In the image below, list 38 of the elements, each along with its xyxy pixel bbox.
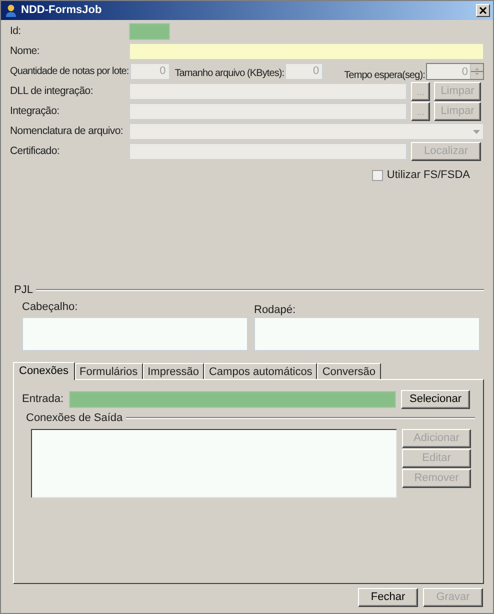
text-area[interactable]: [254, 317, 480, 351]
close-button[interactable]: [476, 4, 490, 17]
field-label: Tamanho arquivo (KBytes):: [174, 67, 286, 81]
field-label: Tempo espera(seg):: [344, 68, 426, 82]
field-label: Nomenclatura de arquivo:: [10, 124, 124, 139]
field-label: Entrada:: [22, 392, 65, 407]
text-area[interactable]: [22, 317, 248, 351]
tab[interactable]: Campos automáticos: [204, 363, 318, 379]
number-field[interactable]: 0: [285, 63, 324, 80]
field-label: DLL de integração:: [10, 84, 94, 99]
group-title: Conexões de Saída: [25, 411, 124, 426]
checkbox-label: Utilizar FS/FSDA: [386, 168, 470, 183]
field-label: Cabeçalho:: [22, 300, 79, 315]
field-label: Certificado:: [10, 144, 61, 159]
spin-field[interactable]: 0: [426, 63, 484, 80]
close-icon: [479, 7, 487, 14]
number-field[interactable]: 0: [130, 63, 170, 80]
tab[interactable]: Formulários: [74, 363, 143, 379]
button[interactable]: Selecionar: [401, 390, 470, 408]
tab[interactable]: Impressão: [142, 363, 204, 379]
tab[interactable]: Conexões: [13, 362, 75, 380]
tab[interactable]: Conversão: [317, 363, 381, 379]
checkbox[interactable]: [372, 170, 383, 181]
field-label: Id:: [10, 24, 22, 39]
list-box[interactable]: [31, 428, 397, 498]
window-title: NDD-FormsJob: [21, 3, 102, 18]
spinner-arrows-icon[interactable]: [470, 64, 483, 79]
input-field[interactable]: [129, 23, 170, 40]
field-label: Nome:: [10, 44, 40, 59]
person-icon: [4, 4, 18, 18]
input-field[interactable]: [129, 43, 484, 60]
field-label: Integração:: [10, 104, 60, 119]
group-title: PJL: [13, 282, 34, 298]
input-field[interactable]: [69, 390, 396, 408]
field-label: Rodapé:: [254, 303, 297, 318]
caret-icon: [473, 130, 480, 134]
field-label: Quantidade de notas por lote:: [10, 65, 130, 79]
button[interactable]: Fechar: [358, 588, 418, 607]
